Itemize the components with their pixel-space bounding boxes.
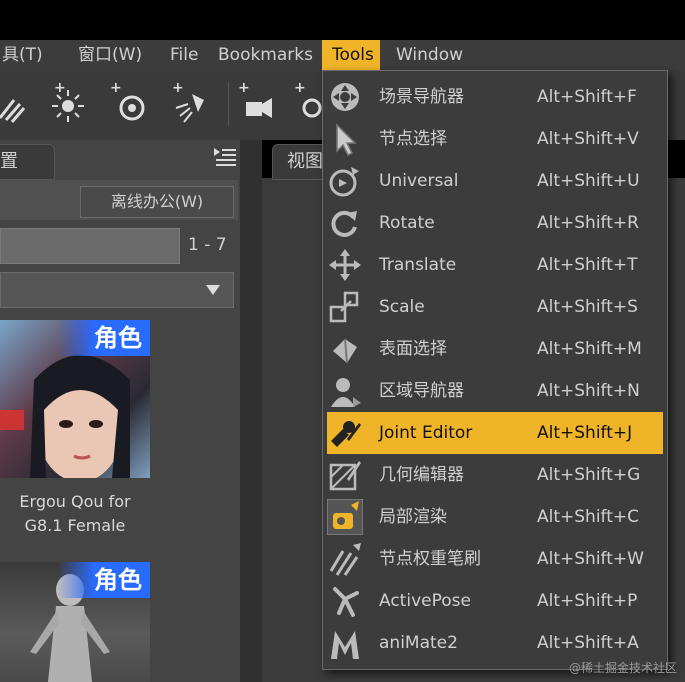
activepose-icon <box>327 583 363 619</box>
title-strip <box>0 0 685 40</box>
universal-icon <box>327 163 363 199</box>
role-badge: 角色 <box>58 320 150 356</box>
menu-item-shortcut: Alt+Shift+T <box>537 255 638 275</box>
menu-item-universal[interactable]: Universal Alt+Shift+U <box>327 160 663 202</box>
tab-settings[interactable]: 置 <box>0 144 55 180</box>
menu-item-surface-select[interactable]: 表面选择 Alt+Shift+M <box>327 328 663 370</box>
tab-label: 视图 <box>287 151 323 172</box>
menu-item-joint-editor[interactable]: Joint Editor Alt+Shift+J <box>327 412 663 454</box>
menu-item-activepose[interactable]: ActivePose Alt+Shift+P <box>327 580 663 622</box>
point-light-icon[interactable]: + <box>46 78 90 130</box>
camera-icon[interactable]: + <box>292 78 322 130</box>
menu-item-node-select[interactable]: 节点选择 Alt+Shift+V <box>327 118 663 160</box>
menu-item-shortcut: Alt+Shift+P <box>537 591 638 611</box>
spotlight-icon[interactable]: + <box>170 78 214 130</box>
menu-item-label: 区域导航器 <box>379 381 464 401</box>
tab-label: 置 <box>0 151 18 172</box>
menu-item-shortcut: Alt+Shift+M <box>537 339 642 359</box>
menu-bookmarks[interactable]: Bookmarks <box>218 40 313 70</box>
menu-item-translate[interactable]: Translate Alt+Shift+T <box>327 244 663 286</box>
region-navigator-icon <box>327 373 363 409</box>
svg-text:+: + <box>294 80 306 96</box>
menu-tools[interactable]: Tools <box>322 40 380 70</box>
menu-item-scene-navigator[interactable]: 场景导航器 Alt+Shift+F <box>327 76 663 118</box>
menu-item-label: 表面选择 <box>379 339 447 359</box>
tools-menu: 场景导航器 Alt+Shift+F 节点选择 Alt+Shift+V Unive… <box>322 70 668 670</box>
menu-item-shortcut: Alt+Shift+R <box>537 213 639 233</box>
menu-item-label: 几何编辑器 <box>379 465 464 485</box>
menu-window-cn[interactable]: 窗口(W) <box>78 40 142 70</box>
spot-render-icon <box>326 498 364 536</box>
camera-light-icon[interactable]: + <box>236 78 280 130</box>
menu-item-label: 局部渲染 <box>379 507 447 527</box>
menu-item-label: Scale <box>379 297 425 317</box>
menu-item-shortcut: Alt+Shift+W <box>537 549 644 569</box>
pane-divider[interactable] <box>240 140 262 682</box>
menu-item-shortcut: Alt+Shift+A <box>537 633 639 653</box>
translate-icon <box>327 247 363 283</box>
caption-line: G8.1 Female <box>24 516 126 535</box>
menubar: 具(T) 窗口(W) File Bookmarks Tools Window <box>0 40 685 70</box>
caption-line: Ergou Qou for <box>19 492 131 511</box>
menu-item-shortcut: Alt+Shift+C <box>537 507 640 527</box>
menu-item-label: Rotate <box>379 213 435 233</box>
surface-select-icon <box>327 331 363 367</box>
menu-item-region-navigator[interactable]: 区域导航器 Alt+Shift+N <box>327 370 663 412</box>
svg-text:+: + <box>110 80 122 96</box>
menu-item-shortcut: Alt+Shift+F <box>537 87 637 107</box>
node-select-icon <box>327 121 363 157</box>
menu-item-shortcut: Alt+Shift+U <box>537 171 640 191</box>
geometry-editor-icon <box>327 457 363 493</box>
svg-text:+: + <box>54 80 66 96</box>
svg-text:+: + <box>172 80 184 96</box>
watermark: @稀土掘金技术社区 <box>568 661 677 675</box>
menu-item-spot-render[interactable]: 局部渲染 Alt+Shift+C <box>326 496 663 538</box>
product-thumbnail[interactable]: 角色 <box>0 320 150 478</box>
category-dropdown[interactable] <box>0 272 234 308</box>
scale-icon <box>327 289 363 325</box>
menu-item-shortcut: Alt+Shift+V <box>537 129 639 149</box>
panel-menu-icon[interactable] <box>208 140 242 174</box>
menu-item-label: 场景导航器 <box>379 87 464 107</box>
product-caption: Ergou Qou for G8.1 Female <box>0 490 150 538</box>
menu-item-label: Universal <box>379 171 459 191</box>
menu-item-geometry-editor[interactable]: 几何编辑器 Alt+Shift+G <box>327 454 663 496</box>
page-range: 1 - 7 <box>188 235 227 255</box>
menu-item-label: Translate <box>379 255 457 275</box>
search-input[interactable] <box>0 228 180 264</box>
offline-office-button[interactable]: 离线办公(W) <box>80 186 234 218</box>
menu-item-shortcut: Alt+Shift+S <box>537 297 638 317</box>
menu-item-label: aniMate2 <box>379 633 458 653</box>
menu-file[interactable]: File <box>170 40 198 70</box>
menu-item-shortcut: Alt+Shift+N <box>537 381 640 401</box>
chevron-down-icon[interactable] <box>204 282 222 296</box>
toolbar-separator <box>228 82 229 126</box>
scene-navigator-icon <box>327 79 363 115</box>
node-weight-brush-icon <box>327 541 363 577</box>
menu-item-shortcut: Alt+Shift+G <box>537 465 641 485</box>
product-thumbnail[interactable]: 角色 <box>0 562 150 682</box>
svg-text:+: + <box>238 80 250 96</box>
role-badge: 角色 <box>58 562 150 598</box>
light-tool-icon[interactable] <box>0 78 38 130</box>
rotate-icon <box>327 205 363 241</box>
menu-item-label: 节点权重笔刷 <box>379 549 481 569</box>
menu-item-rotate[interactable]: Rotate Alt+Shift+R <box>327 202 663 244</box>
menu-window[interactable]: Window <box>396 40 463 70</box>
menu-item-node-weight-brush[interactable]: 节点权重笔刷 Alt+Shift+W <box>327 538 663 580</box>
menu-item-shortcut: Alt+Shift+J <box>537 423 633 443</box>
menu-item-label: ActivePose <box>379 591 471 611</box>
menu-item-label: 节点选择 <box>379 129 447 149</box>
menu-tools-cn[interactable]: 具(T) <box>2 40 43 70</box>
distant-light-icon[interactable]: + <box>108 78 152 130</box>
menu-item-scale[interactable]: Scale Alt+Shift+S <box>327 286 663 328</box>
menu-item-label: Joint Editor <box>379 423 473 443</box>
menu-item-animate2[interactable]: aniMate2 Alt+Shift+A <box>327 622 663 664</box>
joint-editor-icon <box>327 415 363 451</box>
animate2-icon <box>327 625 363 661</box>
